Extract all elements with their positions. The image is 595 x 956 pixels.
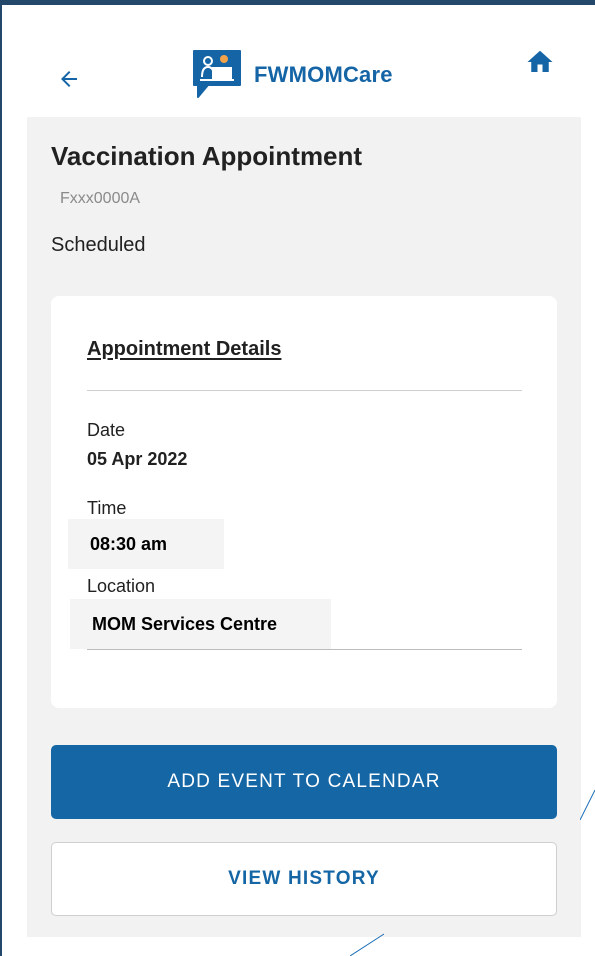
app-name: FWMOMCare [254, 62, 393, 87]
page-title: Vaccination Appointment [51, 141, 363, 171]
home-button[interactable] [522, 44, 558, 80]
decorative-line [580, 789, 595, 820]
location-value: MOM Services Centre [70, 599, 331, 649]
date-value: 05 Apr 2022 [87, 449, 188, 469]
left-frame-border [0, 0, 2, 956]
decorative-line [350, 933, 384, 956]
app-logo: FWMOMCare [190, 47, 393, 103]
appointment-details-card: Appointment Details Date 05 Apr 2022 Tim… [51, 296, 557, 708]
time-label: Time [87, 498, 127, 518]
card-divider [87, 390, 522, 391]
arrow-left-icon [61, 71, 77, 87]
back-button[interactable] [52, 62, 86, 96]
card-heading: Appointment Details [87, 338, 282, 360]
time-value: 08:30 am [68, 519, 224, 569]
view-history-button[interactable]: VIEW HISTORY [51, 842, 557, 916]
location-label: Location [87, 576, 156, 596]
logo-icon [193, 50, 241, 98]
reference-id: Fxxx0000A [60, 190, 141, 207]
home-icon [527, 50, 553, 72]
appointment-status: Scheduled [51, 234, 146, 256]
location-underline [87, 649, 522, 650]
date-label: Date [87, 420, 126, 440]
add-to-calendar-button[interactable]: ADD EVENT TO CALENDAR [51, 745, 557, 819]
